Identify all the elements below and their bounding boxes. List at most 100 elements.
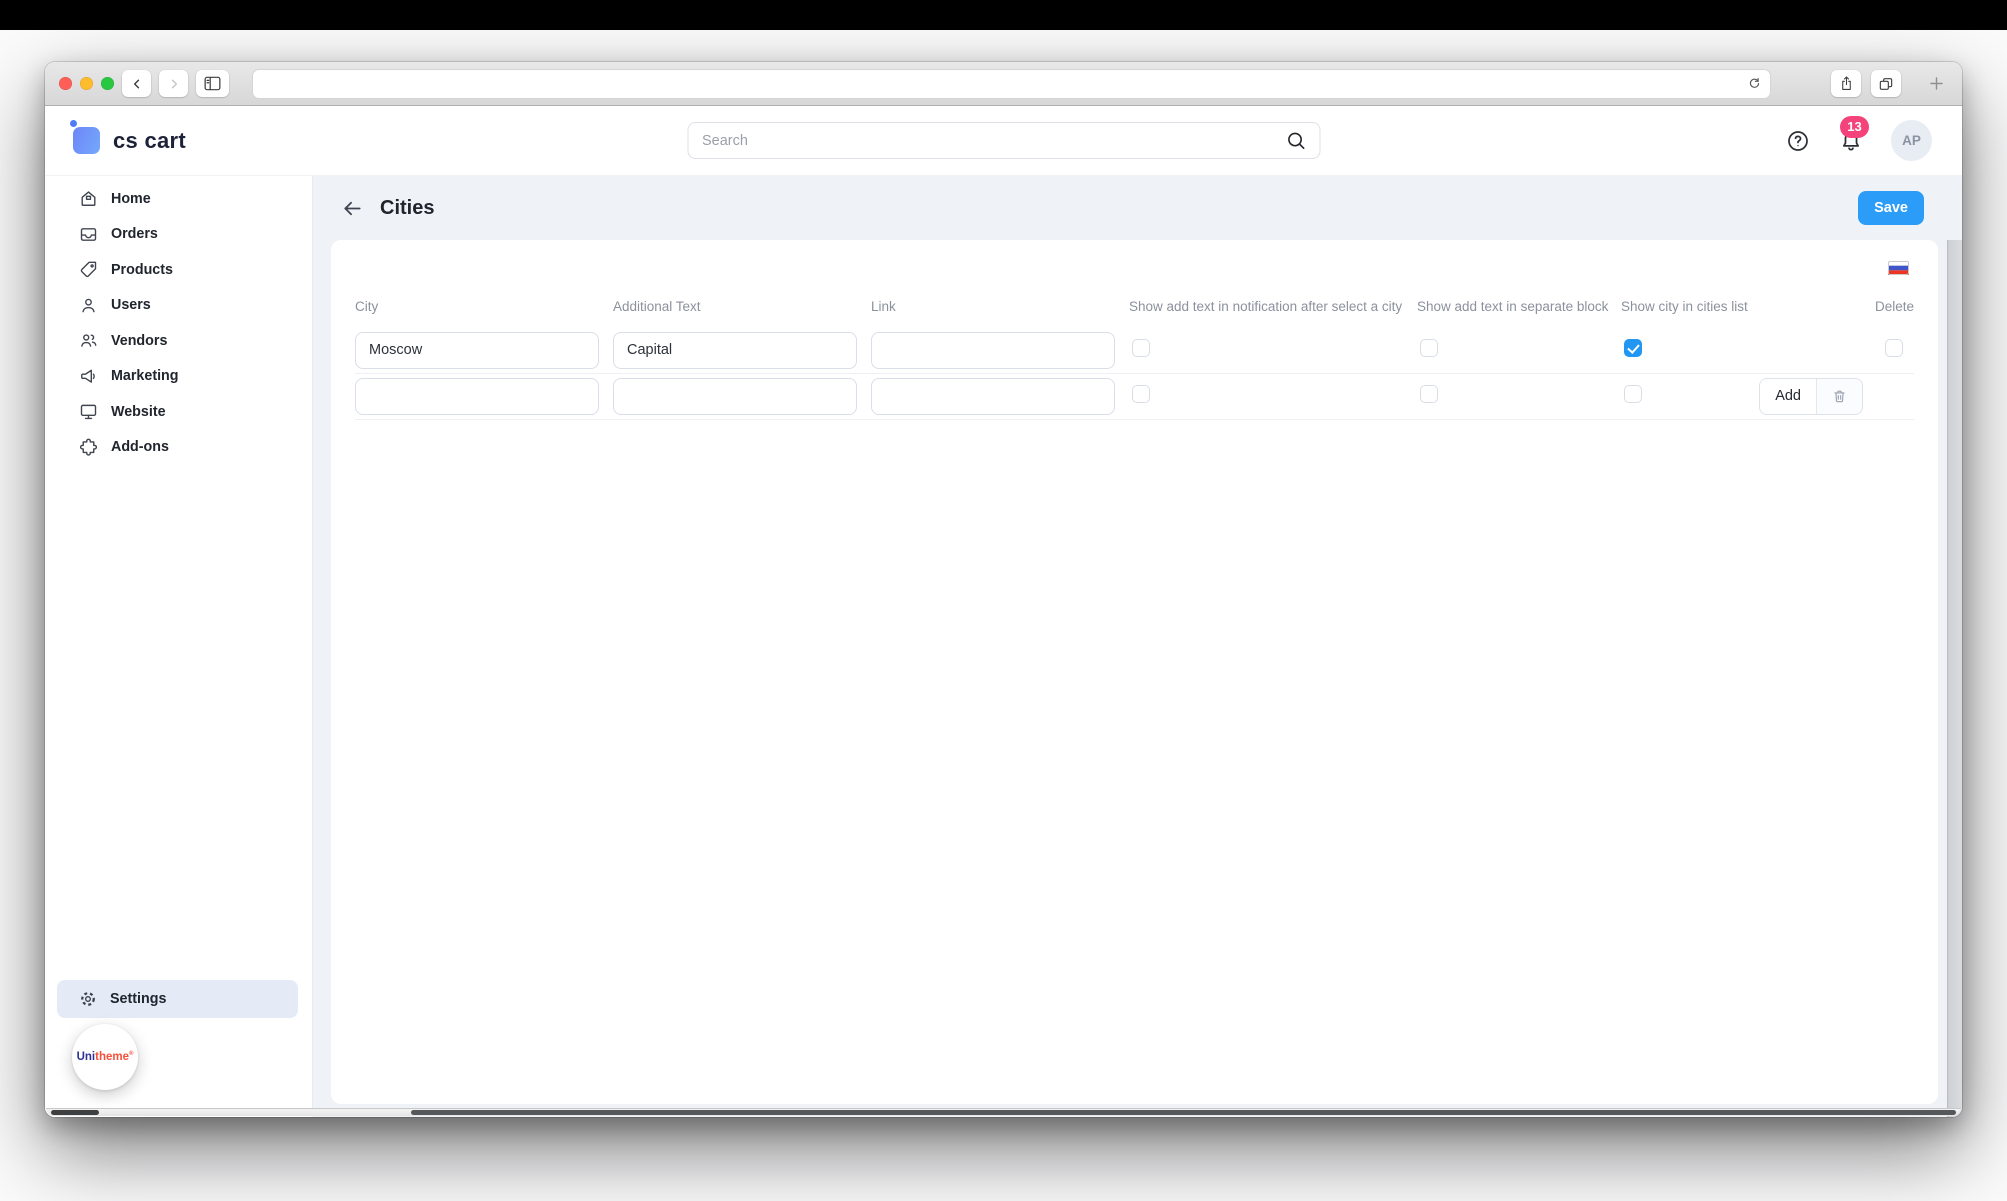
tab-overview-button[interactable] bbox=[1871, 70, 1901, 97]
user-avatar[interactable]: AP bbox=[1891, 120, 1932, 161]
sidebar-item-label: Orders bbox=[111, 226, 158, 242]
help-button[interactable] bbox=[1785, 128, 1811, 154]
additional-text-input[interactable] bbox=[613, 332, 857, 369]
sidebar-item-users[interactable]: Users bbox=[45, 288, 312, 324]
sidebar-item-website[interactable]: Website bbox=[45, 394, 312, 430]
show-in-separate-block-checkbox[interactable] bbox=[1420, 339, 1438, 357]
add-row-button[interactable]: Add bbox=[1760, 379, 1817, 414]
sidebar-item-label: Marketing bbox=[111, 368, 179, 384]
sidebar-item-marketing[interactable]: Marketing bbox=[45, 359, 312, 395]
sidebar-item-label: Products bbox=[111, 262, 173, 278]
city-input[interactable] bbox=[355, 332, 599, 369]
browser-forward-button[interactable] bbox=[159, 70, 188, 97]
link-input[interactable] bbox=[871, 332, 1115, 369]
show-in-notification-checkbox[interactable] bbox=[1132, 385, 1150, 403]
browser-toolbar bbox=[45, 62, 1962, 106]
orders-icon bbox=[78, 224, 99, 245]
sidebar-toggle-icon bbox=[203, 75, 222, 92]
page-header: Cities Save bbox=[313, 176, 1962, 240]
save-button[interactable]: Save bbox=[1858, 191, 1924, 225]
sidebar-item-home[interactable]: Home bbox=[45, 181, 312, 217]
users-icon bbox=[78, 295, 99, 316]
search-input[interactable] bbox=[687, 122, 1320, 159]
chevron-right-icon bbox=[167, 77, 181, 91]
chevron-left-icon bbox=[130, 77, 144, 91]
show-in-cities-list-checkbox[interactable] bbox=[1624, 339, 1642, 357]
global-search bbox=[687, 122, 1320, 159]
notifications-button[interactable]: 13 bbox=[1838, 128, 1864, 154]
back-button[interactable] bbox=[339, 195, 366, 222]
column-header-show-in-separate-block: Show add text in separate block bbox=[1417, 297, 1612, 318]
browser-window: cs cart 13 AP bbox=[45, 62, 1962, 1117]
address-bar[interactable] bbox=[252, 69, 1771, 99]
admin-app: cs cart 13 AP bbox=[45, 106, 1962, 1117]
scrollbar-thumb[interactable] bbox=[51, 1110, 99, 1115]
cs-cart-logo[interactable]: cs cart bbox=[73, 127, 186, 154]
cities-card: City Additional Text Link Show add text … bbox=[331, 240, 1938, 1104]
sidebar-item-settings[interactable]: Settings bbox=[57, 980, 298, 1018]
notification-count-badge: 13 bbox=[1840, 116, 1869, 138]
vertical-scrollbar[interactable] bbox=[1947, 240, 1962, 1117]
column-header-city: City bbox=[355, 297, 613, 318]
russian-flag-icon[interactable] bbox=[1888, 261, 1909, 275]
sidebar-item-vendors[interactable]: Vendors bbox=[45, 323, 312, 359]
search-icon bbox=[1284, 129, 1307, 157]
arrow-left-icon bbox=[341, 197, 364, 220]
sidebar-item-orders[interactable]: Orders bbox=[45, 217, 312, 253]
app-header: cs cart 13 AP bbox=[45, 106, 1962, 176]
window-controls bbox=[59, 77, 114, 90]
horizontal-scrollbar[interactable] bbox=[46, 1108, 1961, 1116]
website-icon bbox=[78, 401, 99, 422]
table-row bbox=[355, 328, 1914, 374]
sidebar-toggle-button[interactable] bbox=[196, 70, 229, 97]
zoom-window-button[interactable] bbox=[101, 77, 114, 90]
row-actions: Add bbox=[1759, 378, 1863, 415]
delete-checkbox[interactable] bbox=[1885, 339, 1903, 357]
column-header-show-in-notification: Show add text in notification after sele… bbox=[1129, 297, 1414, 318]
link-input[interactable] bbox=[871, 378, 1115, 415]
cs-cart-logo-mark-icon bbox=[73, 127, 100, 154]
reload-icon[interactable] bbox=[1747, 76, 1762, 91]
share-icon bbox=[1839, 75, 1854, 92]
sidebar: Home Orders Products Users Vendors bbox=[45, 176, 313, 1117]
unitheme-badge[interactable]: Unitheme® bbox=[72, 1024, 138, 1090]
table-row-new: Add bbox=[355, 374, 1914, 420]
column-header-link: Link bbox=[871, 297, 1129, 318]
addons-icon bbox=[78, 437, 99, 458]
logo-text: cs cart bbox=[113, 128, 186, 154]
show-in-notification-checkbox[interactable] bbox=[1132, 339, 1150, 357]
new-tab-button[interactable] bbox=[1927, 74, 1946, 93]
table-body: Add bbox=[355, 328, 1914, 420]
browser-back-button[interactable] bbox=[122, 70, 151, 97]
show-in-separate-block-checkbox[interactable] bbox=[1420, 385, 1438, 403]
sidebar-item-label: Add-ons bbox=[111, 439, 169, 455]
column-header-additional-text: Additional Text bbox=[613, 297, 871, 318]
home-icon bbox=[78, 188, 99, 209]
question-circle-icon bbox=[1785, 128, 1811, 154]
screen-top-bar bbox=[0, 0, 2007, 30]
share-button[interactable] bbox=[1831, 70, 1861, 97]
delete-row-button[interactable] bbox=[1817, 379, 1862, 414]
vendors-icon bbox=[78, 330, 99, 351]
city-input[interactable] bbox=[355, 378, 599, 415]
main-content: Cities Save City Additional Text Link Sh… bbox=[313, 176, 1962, 1117]
unitheme-logo-text: Unitheme® bbox=[77, 1051, 134, 1063]
sidebar-item-label: Website bbox=[111, 404, 166, 420]
column-header-show-in-cities-list: Show city in cities list bbox=[1621, 297, 1771, 318]
sidebar-item-label: Vendors bbox=[111, 333, 167, 349]
marketing-icon bbox=[78, 366, 99, 387]
tabs-icon bbox=[1878, 76, 1894, 92]
additional-text-input[interactable] bbox=[613, 378, 857, 415]
products-icon bbox=[78, 259, 99, 280]
show-in-cities-list-checkbox[interactable] bbox=[1624, 385, 1642, 403]
trash-icon bbox=[1831, 388, 1848, 405]
sidebar-item-products[interactable]: Products bbox=[45, 252, 312, 288]
close-window-button[interactable] bbox=[59, 77, 72, 90]
scrollbar-thumb[interactable] bbox=[411, 1110, 1956, 1115]
address-input[interactable] bbox=[265, 75, 1747, 92]
minimize-window-button[interactable] bbox=[80, 77, 93, 90]
settings-label: Settings bbox=[110, 991, 166, 1007]
table-header-row: City Additional Text Link Show add text … bbox=[355, 297, 1914, 318]
sidebar-item-addons[interactable]: Add-ons bbox=[45, 430, 312, 466]
sidebar-item-label: Users bbox=[111, 297, 151, 313]
